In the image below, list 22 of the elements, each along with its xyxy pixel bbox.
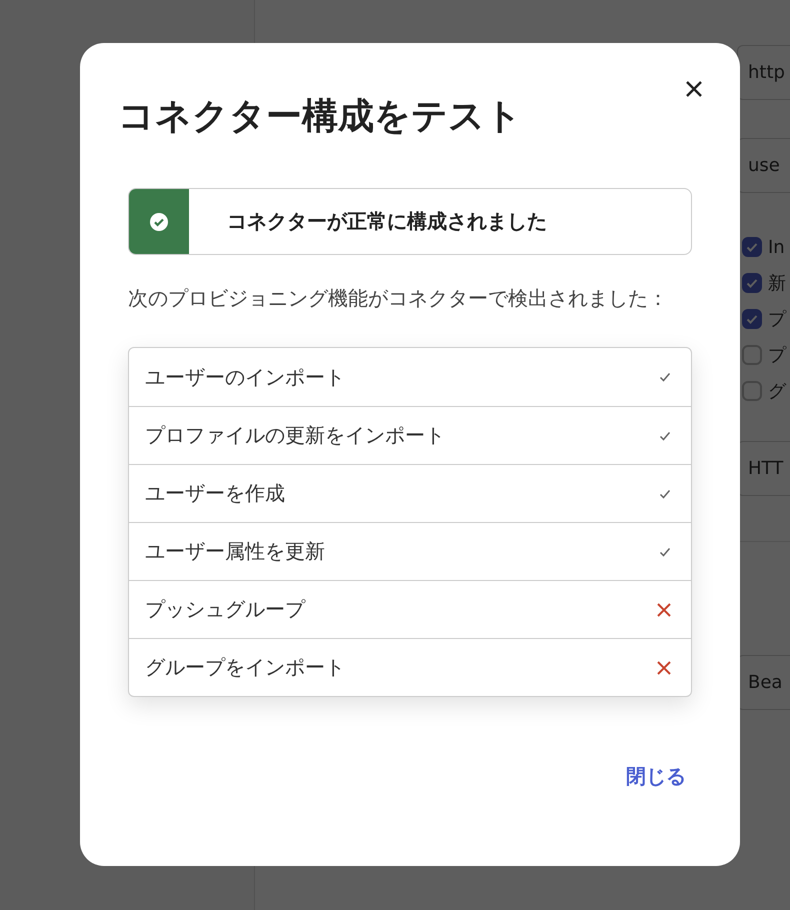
checkbox[interactable] [742, 309, 762, 329]
checkbox[interactable] [742, 345, 762, 365]
checkbox-label: グ [768, 380, 786, 403]
checkbox[interactable] [742, 237, 762, 257]
checkbox[interactable] [742, 381, 762, 401]
close-button[interactable]: 閉じる [626, 759, 686, 794]
dialog-title: コネクター構成をテスト [118, 95, 523, 138]
capability-label: ユーザーのインポート [145, 364, 345, 391]
checkbox[interactable] [742, 273, 762, 293]
checkbox-label: プ [768, 308, 786, 331]
capability-label: プロファイルの更新をインポート [145, 422, 445, 450]
capability-label: プッシュグループ [145, 596, 305, 624]
close-icon[interactable] [684, 79, 704, 99]
checkbox-label: In [768, 236, 785, 258]
description-text: 次のプロビジョニング機能がコネクターで検出されました： [128, 285, 669, 312]
capability-label: グループをインポート [145, 654, 345, 682]
checkbox-label: 新 [768, 272, 786, 295]
success-message: コネクターが正常に構成されました [227, 208, 547, 236]
check-circle-icon [149, 212, 169, 232]
capability-label: ユーザーを作成 [145, 480, 285, 508]
capability-label: ユーザー属性を更新 [145, 538, 325, 566]
checkbox-label: プ [768, 344, 786, 367]
